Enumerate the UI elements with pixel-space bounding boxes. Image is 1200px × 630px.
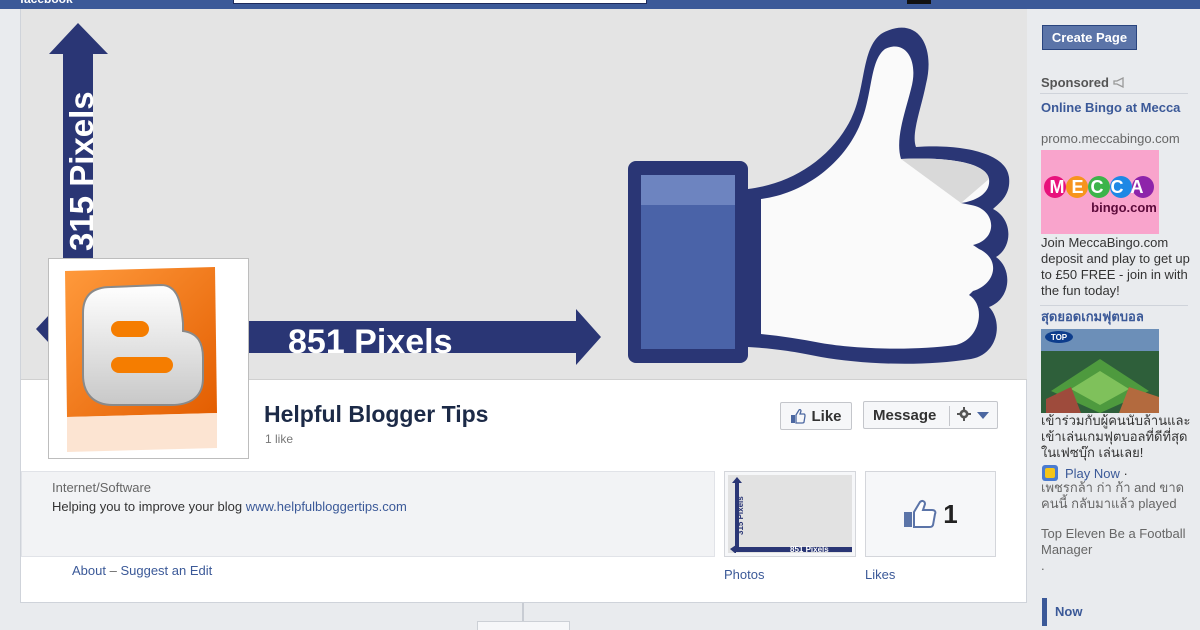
profile-picture[interactable] <box>48 258 249 459</box>
page-description: Helping you to improve your blog www.hel… <box>52 499 407 514</box>
divider <box>1040 93 1188 94</box>
sponsored-header: Sponsored <box>1041 75 1126 90</box>
ad-title-football[interactable]: สุดยอดเกมฟุตบอล <box>1041 309 1191 325</box>
sponsored-label: Sponsored <box>1041 75 1109 90</box>
mecca-logo-text: MECCA <box>1050 177 1151 197</box>
search-input[interactable] <box>233 0 647 4</box>
timeline-connector <box>522 603 524 623</box>
cover-horizontal-label: 851 Pixels <box>288 323 452 361</box>
likes-thumbnail[interactable]: 1 <box>865 471 996 557</box>
now-timeline-tab[interactable]: Now <box>1042 598 1082 626</box>
football-game-icon: TOP <box>1041 329 1159 413</box>
button-divider <box>949 406 950 426</box>
ad-trailing-dot: . <box>1041 558 1045 573</box>
photo-vertical-label: 315 Pixels <box>736 496 745 535</box>
photos-thumbnail[interactable]: 315 Pixels 851 Pixels <box>724 471 856 557</box>
page-main-card: 315 Pixels 851 Pixels Helpful Blogger Ti… <box>20 9 1027 603</box>
play-now-suffix: · <box>1123 465 1128 481</box>
page-category: Internet/Software <box>52 480 151 495</box>
cover-vertical-label: 315 Pixels <box>63 91 100 251</box>
thumbs-up-icon <box>904 499 937 528</box>
like-button[interactable]: Like <box>780 402 852 430</box>
thumbs-up-icon <box>791 408 807 424</box>
thumbs-up-graphic-icon <box>628 27 1010 364</box>
top-navigation-bar: facebook <box>0 0 1200 9</box>
ad-image-football[interactable]: TOP <box>1041 329 1159 413</box>
photo-horizontal-label: 851 Pixels <box>790 545 829 553</box>
about-link[interactable]: About <box>72 563 106 578</box>
link-separator: – <box>109 563 117 578</box>
football-logo-text: TOP <box>1051 333 1068 342</box>
ad-title-mecca[interactable]: Online Bingo at Mecca <box>1041 100 1191 116</box>
photos-thumbnail-image: 315 Pixels 851 Pixels <box>728 475 852 554</box>
play-now-link[interactable]: Play Now <box>1065 466 1120 481</box>
gear-icon[interactable] <box>957 407 971 421</box>
likes-link[interactable]: Likes <box>865 567 895 582</box>
ad-social-text: เพชรกล้า ก่า ก้า and ขาดคนนี้ กลับมาแล้ว… <box>1041 480 1185 511</box>
ad-image-mecca[interactable]: MECCA bingo.com <box>1041 150 1159 234</box>
timeline-tab[interactable] <box>477 621 570 630</box>
nav-icon[interactable] <box>907 0 931 4</box>
photos-link[interactable]: Photos <box>724 567 764 582</box>
megaphone-icon[interactable] <box>1112 76 1126 89</box>
page-description-text: Helping you to improve your blog <box>52 499 243 514</box>
suggest-edit-link[interactable]: Suggest an Edit <box>120 563 212 578</box>
like-button-label: Like <box>811 407 842 425</box>
divider <box>1040 305 1188 306</box>
message-button-label: Message <box>873 406 937 424</box>
create-page-button[interactable]: Create Page <box>1042 25 1137 50</box>
website-link[interactable]: www.helpfulbloggertips.com <box>246 499 407 514</box>
page-title: Helpful Blogger Tips <box>264 401 489 427</box>
likes-number: 1 <box>943 498 958 529</box>
mecca-logo-subtext: bingo.com <box>1091 200 1157 215</box>
message-button[interactable]: Message <box>863 401 998 429</box>
mecca-logo-icon: MECCA bingo.com <box>1041 150 1159 234</box>
ad-text-football: เข้าร่วมกับผู้คนนับล้านและเข้าเล่นเกมฟุต… <box>1041 413 1191 460</box>
ad-text-mecca: Join MeccaBingo.com deposit and play to … <box>1041 235 1190 298</box>
chevron-down-icon[interactable] <box>977 412 989 419</box>
right-sidebar: Create Page Sponsored Online Bingo at Me… <box>1030 9 1200 630</box>
ad-url-mecca: promo.meccabingo.com <box>1041 131 1180 146</box>
facebook-logo[interactable]: facebook <box>20 0 73 6</box>
page-likes-count[interactable]: 1 like <box>265 432 293 446</box>
about-links: About – Suggest an Edit <box>72 563 212 578</box>
blogger-logo-icon <box>53 263 244 454</box>
ad-game-name: Top Eleven Be a Football Manager <box>1041 526 1186 557</box>
